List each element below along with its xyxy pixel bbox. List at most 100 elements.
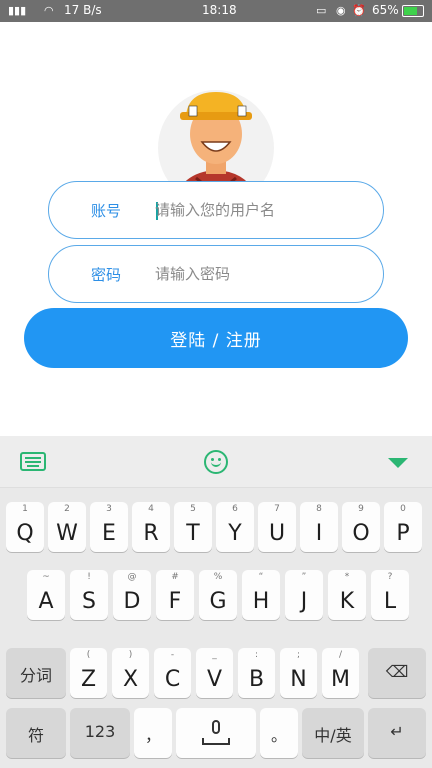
key-y[interactable]: 6Y [216, 502, 254, 552]
key-primary-label: U [268, 521, 286, 546]
key-primary-label: E [102, 521, 116, 546]
key-secondary-label: 1 [22, 504, 28, 514]
key-r[interactable]: 4R [132, 502, 170, 552]
key-z[interactable]: (Z [70, 648, 107, 698]
key-j[interactable]: ” J [285, 570, 323, 620]
key-primary-label: I [315, 521, 323, 546]
login-register-button[interactable]: 登陆 / 注册 [24, 308, 408, 368]
key-primary-label: F [168, 589, 182, 614]
number-key-label: 123 [84, 722, 116, 741]
key-a[interactable]: ~ A [27, 570, 65, 620]
key-d[interactable]: @ D [113, 570, 151, 620]
battery-percentage: 65% [372, 3, 399, 17]
key-secondary-label: 0 [400, 504, 406, 514]
key-n[interactable]: ; N [280, 648, 317, 698]
network-speed: 17 B/s [64, 3, 102, 17]
key-secondary-label: “ [258, 572, 264, 582]
keyboard-toolbar [0, 436, 432, 488]
segment-key[interactable]: 分词 [6, 648, 66, 698]
key-secondary-label: @ [127, 572, 137, 582]
key-primary-label: K [339, 589, 355, 614]
key-p[interactable]: 0P [384, 502, 422, 552]
key-primary-label: Z [80, 667, 97, 692]
key-primary-label: J [300, 589, 308, 614]
key-secondary-label: 8 [316, 504, 322, 514]
key-s[interactable]: ! S [70, 570, 108, 620]
key-primary-label: X [122, 667, 139, 692]
key-b[interactable]: :B [238, 648, 275, 698]
comma-key[interactable]: ， [134, 708, 172, 758]
key-t[interactable]: 5T [174, 502, 212, 552]
key-primary-label: G [209, 589, 227, 614]
key-primary-label: S [82, 589, 96, 614]
key-u[interactable]: 7U [258, 502, 296, 552]
key-secondary-label: # [171, 572, 179, 582]
key-primary-label: L [383, 589, 397, 614]
cast-icon: ▭ [316, 4, 327, 17]
key-x[interactable]: ) X [112, 648, 149, 698]
account-input[interactable] [155, 192, 365, 228]
key-secondary-label: : [254, 650, 259, 660]
key-o[interactable]: 9O [342, 502, 380, 552]
key-c[interactable]: -C [154, 648, 191, 698]
segment-key-label: 分词 [19, 666, 52, 685]
soft-keyboard: 1Q2W3E4R5T6Y7U8I9O0P ~ A! S @ D # F% G “H” J * K? L … [0, 436, 432, 768]
signal-icon: ▮▮▮ [8, 4, 27, 17]
key-secondary-label: - [170, 650, 175, 660]
space-key[interactable] [176, 708, 256, 758]
key-secondary-label: % [213, 572, 223, 582]
key-k[interactable]: * K [328, 570, 366, 620]
key-secondary-label: ; [296, 650, 301, 660]
password-field[interactable]: 密码 [48, 245, 384, 303]
key-secondary-label: * [344, 572, 350, 582]
comma-key-label: ， [144, 726, 161, 745]
key-primary-label: B [248, 667, 265, 692]
symbol-key-label: 符 [27, 726, 44, 745]
key-l[interactable]: ? L [371, 570, 409, 620]
space-bar-icon [202, 738, 230, 745]
language-switch-label: 中/英 [314, 726, 352, 745]
key-v[interactable]: _ V [196, 648, 233, 698]
symbol-key[interactable]: 符 [6, 708, 66, 758]
key-primary-label: Y [228, 521, 242, 546]
key-secondary-label: ? [387, 572, 393, 582]
period-key[interactable]: 。 [260, 708, 298, 758]
key-e[interactable]: 3E [90, 502, 128, 552]
key-i[interactable]: 8I [300, 502, 338, 552]
key-secondary-label: ) [128, 650, 133, 660]
key-h[interactable]: “H [242, 570, 280, 620]
key-q[interactable]: 1Q [6, 502, 44, 552]
period-key-label: 。 [270, 726, 287, 745]
key-f[interactable]: # F [156, 570, 194, 620]
key-m[interactable]: / M [322, 648, 359, 698]
key-secondary-label: ~ [42, 572, 50, 582]
key-primary-label: P [396, 521, 410, 546]
backspace-icon: ⌫ [385, 662, 409, 681]
key-primary-label: Q [16, 521, 34, 546]
keyboard-switch-icon[interactable] [20, 452, 46, 471]
key-primary-label: M [331, 667, 350, 692]
key-secondary-label: / [338, 650, 343, 660]
key-primary-label: W [56, 521, 78, 546]
key-primary-label: R [143, 521, 159, 546]
key-secondary-label: _ [212, 650, 217, 660]
enter-icon: ↵ [390, 722, 404, 741]
lock-icon: ◉ [336, 4, 346, 17]
clock: 18:18 [202, 3, 237, 17]
enter-key[interactable]: ↵ [368, 708, 426, 758]
key-secondary-label: 7 [274, 504, 280, 514]
password-input[interactable] [155, 256, 365, 292]
collapse-keyboard-icon[interactable] [388, 458, 408, 468]
key-secondary-label: 4 [148, 504, 154, 514]
backspace-key[interactable]: ⌫ [368, 648, 426, 698]
number-key[interactable]: 123 [70, 708, 130, 758]
language-switch-key[interactable]: 中/英 [302, 708, 364, 758]
key-g[interactable]: % G [199, 570, 237, 620]
key-w[interactable]: 2W [48, 502, 86, 552]
emoji-icon[interactable] [204, 450, 228, 474]
wifi-icon: ◠ [44, 4, 54, 17]
account-field[interactable]: 账号 [48, 181, 384, 239]
key-primary-label: T [186, 521, 200, 546]
microphone-icon [212, 720, 220, 734]
key-secondary-label: 3 [106, 504, 112, 514]
